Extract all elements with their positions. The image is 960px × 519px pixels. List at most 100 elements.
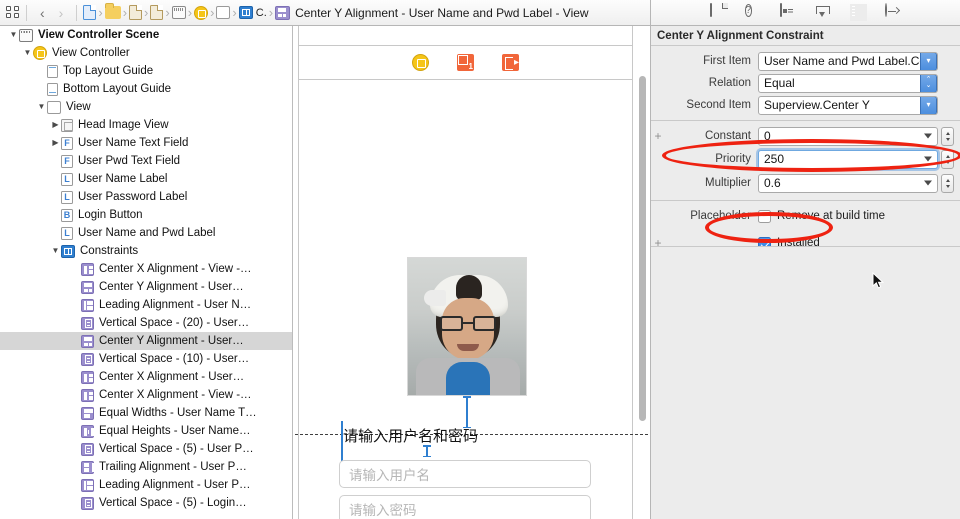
- outline-row-user-name-label[interactable]: ▶ L User Name Label: [0, 170, 292, 188]
- divider: [76, 4, 78, 21]
- multiplier-stepper[interactable]: [941, 173, 954, 193]
- vertical-space-icon: [81, 442, 94, 456]
- chevron-down-icon[interactable]: ▾: [920, 52, 937, 70]
- outline-row-constraint[interactable]: Center Y Alignment - User…: [0, 278, 292, 296]
- priority-input[interactable]: 250: [758, 149, 938, 169]
- outline-row-label: Leading Alignment - User P…: [99, 479, 251, 491]
- chevron-down-icon[interactable]: [924, 156, 932, 162]
- first-responder-icon[interactable]: [457, 54, 474, 71]
- folder-icon[interactable]: [104, 3, 121, 19]
- outline-row-constraint[interactable]: Vertical Space - (5) - User P…: [0, 440, 292, 458]
- head-image-view[interactable]: [407, 257, 527, 396]
- outline-row-constraint[interactable]: Equal Widths - User Name T…: [0, 404, 292, 422]
- outline-row-label: Login Button: [78, 209, 143, 221]
- outline-row-constraint[interactable]: Leading Alignment - User P…: [0, 476, 292, 494]
- view-controller-icon[interactable]: [194, 5, 209, 20]
- outline-row-constraint[interactable]: Vertical Space - (20) - User…: [0, 314, 292, 332]
- user-pwd-text-field[interactable]: 请输入密码: [339, 495, 591, 519]
- forward-button[interactable]: ›: [52, 6, 71, 20]
- breadcrumb-label[interactable]: C.: [256, 7, 267, 19]
- storyboard-canvas[interactable]: 请输入用户名和密码 请输入用户名 请输入密码 登录: [294, 26, 649, 519]
- outline-row-head-image-view[interactable]: ▶ Head Image View: [0, 116, 292, 134]
- constraint-guide-vertical-small[interactable]: [423, 445, 430, 457]
- outline-row-constraint[interactable]: Equal Heights - User Name…: [0, 422, 292, 440]
- outline-row-constraint[interactable]: Leading Alignment - User N…: [0, 296, 292, 314]
- outline-row-user-pwd-text-field[interactable]: ▶ F User Pwd Text Field: [0, 152, 292, 170]
- grid-icon[interactable]: [6, 6, 20, 19]
- outline-row-label: Vertical Space - (5) - User P…: [99, 443, 254, 455]
- outline-row-label: Vertical Space - (5) - Login…: [99, 497, 247, 509]
- outline-row-constraint[interactable]: Center X Alignment - View -…: [0, 260, 292, 278]
- twisty-icon[interactable]: ▼: [8, 31, 19, 39]
- outline-row-user-password-label[interactable]: ▶ L User Password Label: [0, 188, 292, 206]
- twisty-icon[interactable]: ▼: [50, 247, 61, 255]
- back-button[interactable]: ‹: [33, 6, 52, 20]
- breadcrumb-separator: ›: [144, 5, 149, 20]
- outline-row-constraint[interactable]: Trailing Alignment - User P…: [0, 458, 292, 476]
- project-file-icon[interactable]: [83, 5, 97, 20]
- outline-row-user-name-and-pwd-label[interactable]: ▶ L User Name and Pwd Label: [0, 224, 292, 242]
- relation-select[interactable]: Equal: [758, 73, 938, 93]
- scene-dock[interactable]: [299, 46, 632, 80]
- chevron-down-icon[interactable]: [924, 180, 932, 186]
- twisty-icon[interactable]: ▼: [22, 49, 33, 57]
- twisty-icon[interactable]: ▼: [36, 103, 47, 111]
- outline-row-label: View Controller: [52, 47, 130, 59]
- label-icon: L: [61, 226, 73, 240]
- outline-row-bottom-layout-guide[interactable]: ▶ Bottom Layout Guide: [0, 80, 292, 98]
- view-icon: [47, 100, 61, 114]
- outline-row-constraint[interactable]: Vertical Space - (5) - Login…: [0, 494, 292, 512]
- size-inspector-tab[interactable]: [849, 4, 867, 21]
- add-variation-button[interactable]: +: [651, 129, 665, 143]
- second-item-value: Superview.Center Y: [764, 98, 870, 112]
- constant-input[interactable]: 0: [758, 126, 938, 146]
- user-name-text-field[interactable]: 请输入用户名: [339, 460, 591, 488]
- storyboard-icon[interactable]: [171, 6, 186, 19]
- twisty-icon[interactable]: ▶: [50, 139, 61, 147]
- quick-help-tab[interactable]: ?: [744, 4, 762, 21]
- view-body[interactable]: 请输入用户名和密码 请输入用户名 请输入密码 登录: [295, 81, 649, 519]
- outline-row-user-name-text-field[interactable]: ▶ F User Name Text Field: [0, 134, 292, 152]
- twisty-icon[interactable]: ▶: [50, 121, 61, 129]
- remove-at-build-time-checkbox[interactable]: [758, 209, 771, 223]
- outline-row-top-layout-guide[interactable]: ▶ Top Layout Guide: [0, 62, 292, 80]
- user-name-and-pwd-label[interactable]: 请输入用户名和密码: [343, 425, 478, 446]
- constraints-icon[interactable]: [238, 6, 253, 19]
- outline-row-constraints[interactable]: ▼ Constraints: [0, 242, 292, 260]
- constant-stepper[interactable]: [941, 126, 954, 146]
- chevron-down-icon[interactable]: ▾: [920, 96, 937, 114]
- second-item-popup[interactable]: Superview.Center Y ▾: [758, 95, 938, 115]
- outline-row-constraint[interactable]: Center X Alignment - View -…: [0, 386, 292, 404]
- canvas-scrollbar[interactable]: [639, 76, 646, 421]
- outline-row-view-controller[interactable]: ▼ View Controller: [0, 44, 292, 62]
- view-icon[interactable]: [216, 6, 231, 19]
- center-x-alignment-icon: [81, 388, 94, 402]
- multiplier-input[interactable]: 0.6: [758, 173, 938, 193]
- connections-inspector-tab[interactable]: [884, 3, 902, 21]
- attributes-inspector-tab[interactable]: [815, 4, 832, 21]
- priority-stepper[interactable]: [941, 149, 954, 169]
- file-icon[interactable]: [129, 5, 143, 20]
- constraint-guide-vertical[interactable]: [463, 396, 470, 428]
- chevron-updown-icon[interactable]: [920, 74, 937, 92]
- view-controller-icon[interactable]: [412, 54, 429, 71]
- outline-row-view-controller-scene[interactable]: ▼ View Controller Scene: [0, 26, 292, 44]
- identity-inspector-tab[interactable]: [779, 3, 797, 21]
- outline-row-label: Center X Alignment - View -…: [99, 263, 252, 275]
- constant-label: Constant: [704, 130, 751, 142]
- outline-row-constraint[interactable]: Vertical Space - (10) - User…: [0, 350, 292, 368]
- outline-row-view[interactable]: ▼ View: [0, 98, 292, 116]
- file-icon[interactable]: [150, 5, 164, 20]
- outline-row-login-button[interactable]: ▶ B Login Button: [0, 206, 292, 224]
- outline-row-constraint[interactable]: Center X Alignment - User…: [0, 368, 292, 386]
- first-item-popup[interactable]: User Name and Pwd Label.Center Y ▾: [758, 51, 938, 71]
- exit-icon[interactable]: [502, 54, 519, 71]
- file-inspector-tab[interactable]: [709, 3, 727, 21]
- priority-value: 250: [764, 152, 785, 166]
- inspector-tab-bar[interactable]: ?: [651, 0, 960, 26]
- chevron-down-icon[interactable]: [924, 133, 932, 139]
- outline-row-label: View: [66, 101, 91, 113]
- center-x-alignment-icon: [81, 262, 94, 276]
- document-outline[interactable]: ▼ View Controller Scene ▼ View Controlle…: [0, 26, 293, 519]
- outline-row-constraint-selected[interactable]: Center Y Alignment - User…: [0, 332, 292, 350]
